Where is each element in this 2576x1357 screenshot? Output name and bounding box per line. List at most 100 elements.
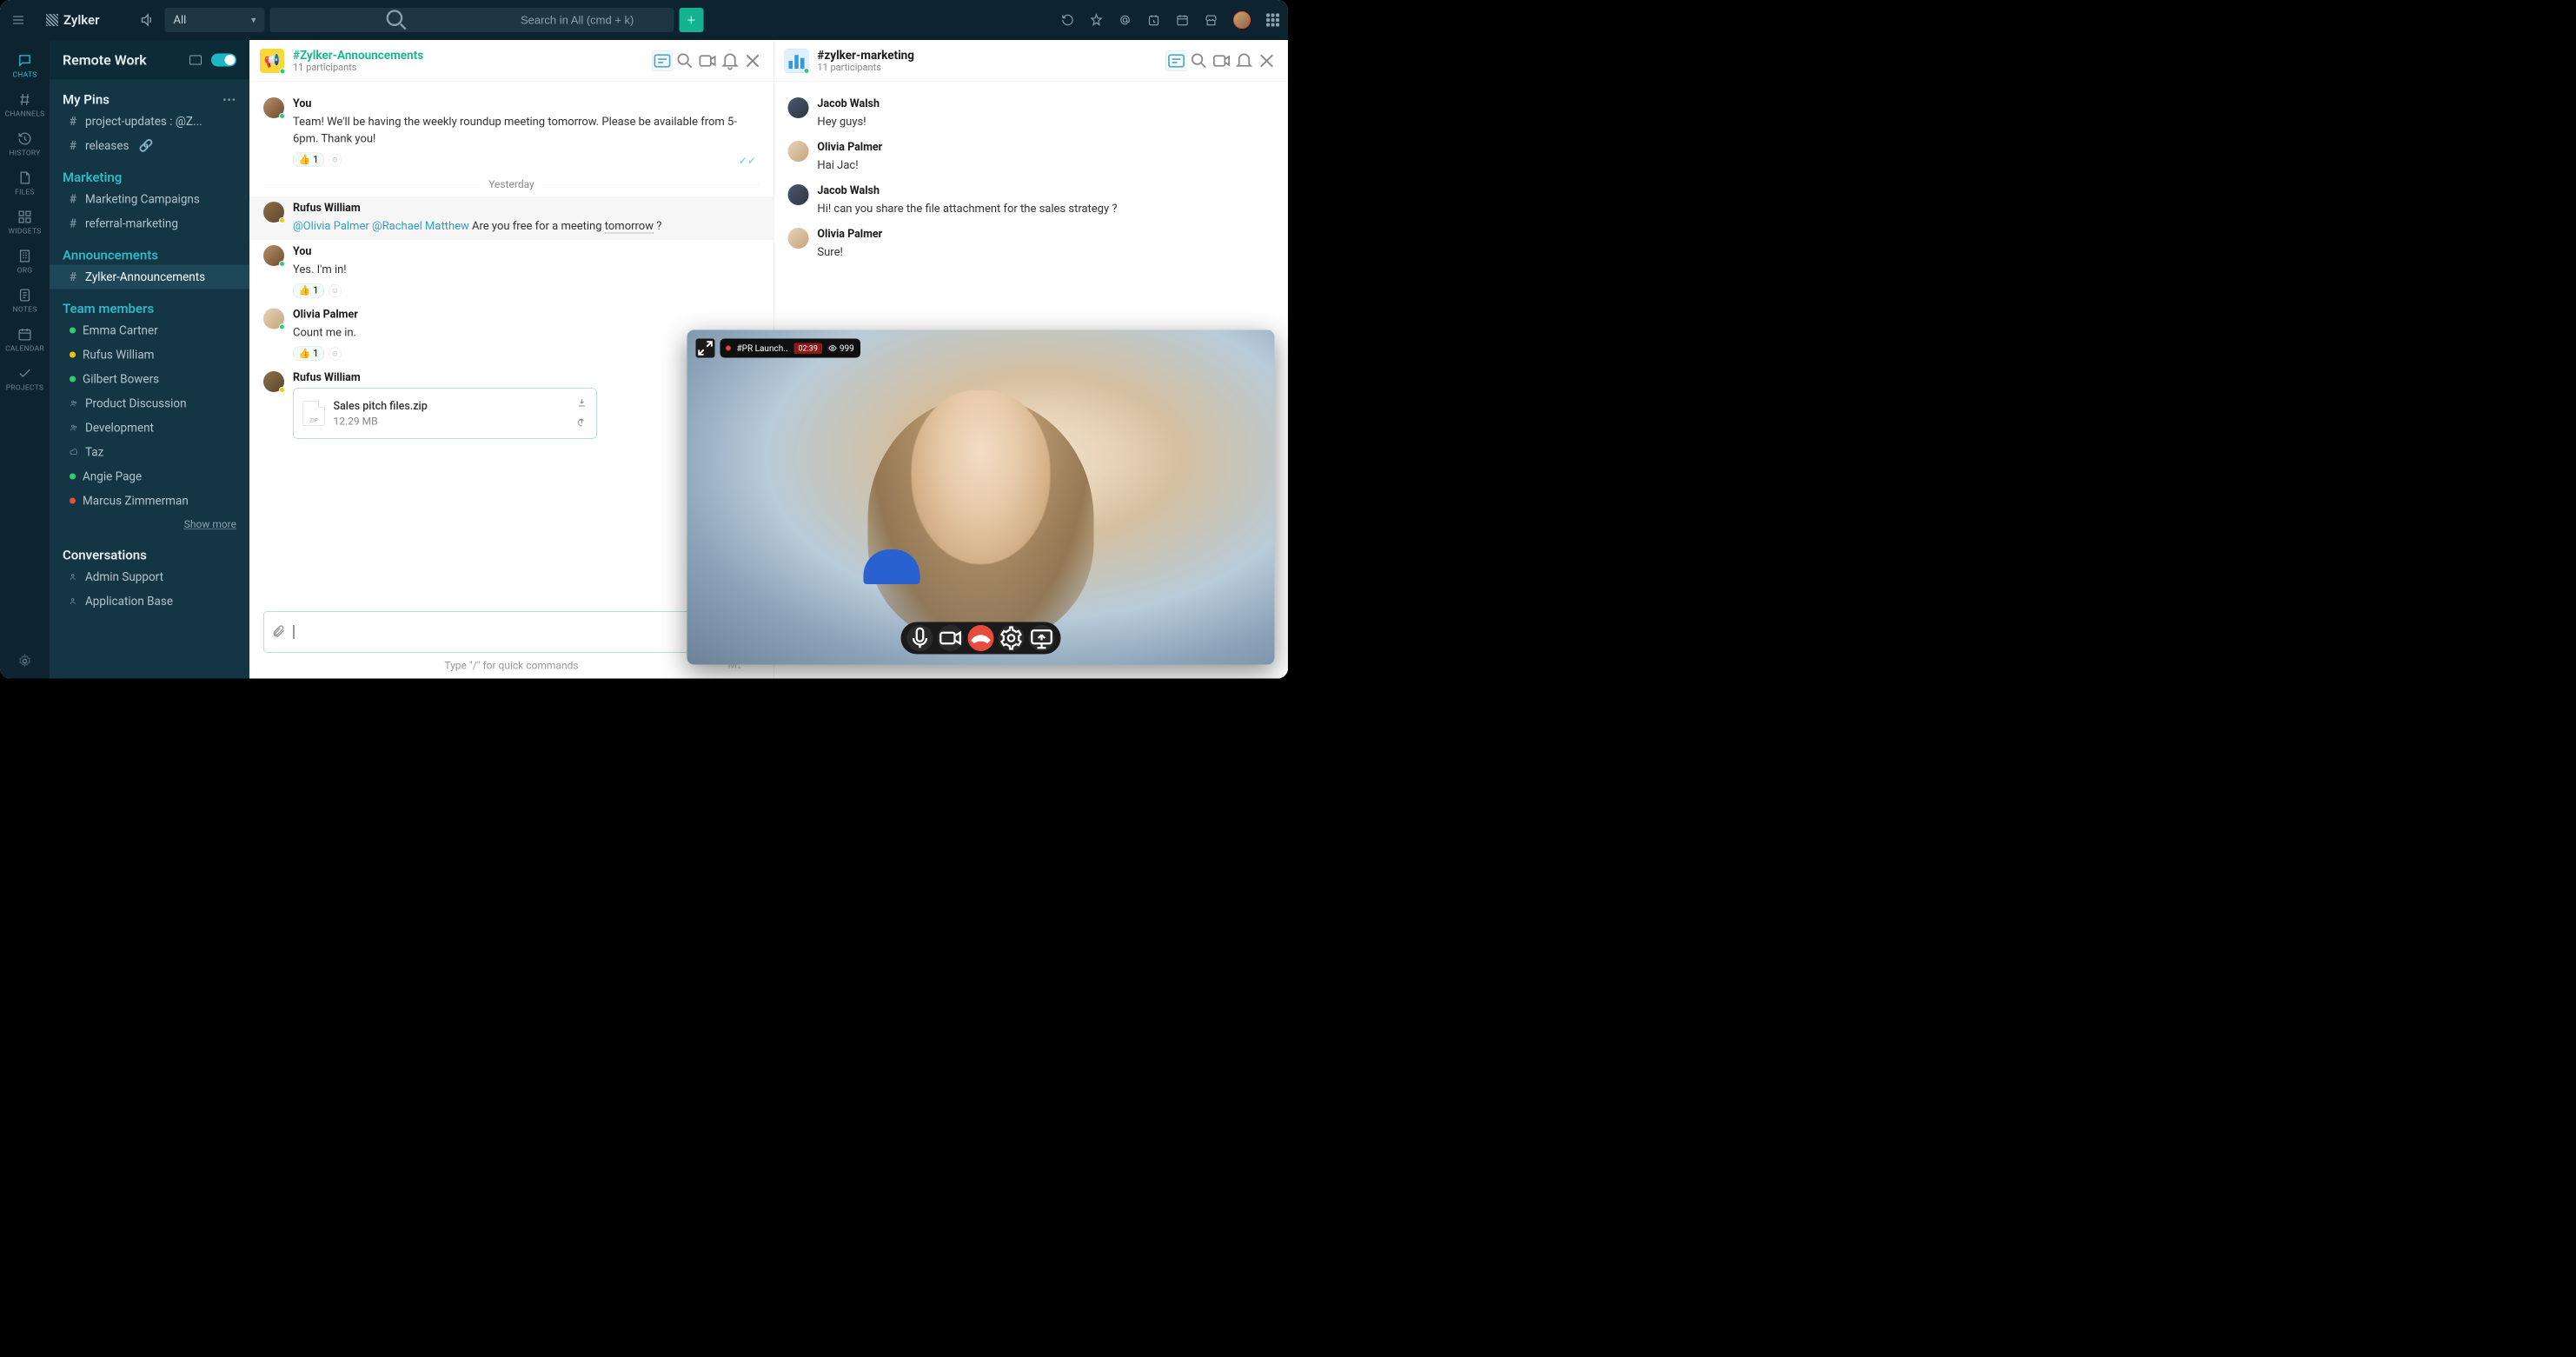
user-avatar[interactable] xyxy=(1233,11,1251,29)
avatar[interactable] xyxy=(263,202,284,223)
search-icon[interactable] xyxy=(1189,50,1210,71)
mute-icon[interactable] xyxy=(139,12,155,28)
avatar[interactable] xyxy=(263,245,284,266)
reaction[interactable]: 👍1 xyxy=(293,283,324,298)
reminder-icon[interactable] xyxy=(1147,14,1160,27)
new-button[interactable]: + xyxy=(679,8,703,32)
team-item[interactable]: Rufus William xyxy=(50,343,249,367)
panel-header: 📢 #Zylker-Announcements 11 participants xyxy=(249,40,773,82)
avatar[interactable] xyxy=(263,97,284,118)
team-item[interactable]: Marcus Zimmerman xyxy=(50,489,249,513)
team-item[interactable]: Angie Page xyxy=(50,464,249,489)
reaction[interactable]: 👍1 xyxy=(293,347,324,362)
video-call-window[interactable]: #PR Launch.. 02:39 999 xyxy=(687,330,1275,665)
rail-channels[interactable]: CHANNELS xyxy=(0,88,50,123)
search-input[interactable] xyxy=(521,13,667,27)
sidebar-item[interactable]: #referral-marketing xyxy=(50,211,249,236)
rail-widgets[interactable]: WIDGETS xyxy=(0,205,50,240)
team-item[interactable]: Gilbert Bowers xyxy=(50,367,249,391)
avatar[interactable] xyxy=(263,371,284,392)
add-reaction-icon[interactable]: ☺ xyxy=(329,153,342,166)
pin-item[interactable]: #releases🔗 xyxy=(50,134,249,158)
rail-history[interactable]: HISTORY xyxy=(0,127,50,162)
rail-org[interactable]: ORG xyxy=(0,244,50,279)
add-reaction-icon[interactable]: ☺ xyxy=(329,347,342,360)
rail-calendar[interactable]: CALENDAR xyxy=(0,323,50,357)
sidebar-item[interactable]: #Marketing Campaigns xyxy=(50,187,249,211)
avatar[interactable] xyxy=(263,309,284,329)
rail-chats[interactable]: CHATS xyxy=(0,49,50,83)
rail-notes[interactable]: NOTES xyxy=(0,283,50,318)
mic-button[interactable] xyxy=(907,625,933,651)
call-settings-button[interactable] xyxy=(999,625,1025,651)
store-icon[interactable] xyxy=(1205,14,1218,27)
close-icon[interactable] xyxy=(742,50,763,71)
show-more[interactable]: Show more xyxy=(50,513,249,535)
video-icon[interactable] xyxy=(697,50,718,71)
rail-files[interactable]: FILES xyxy=(0,166,50,201)
avatar[interactable] xyxy=(787,97,808,118)
avatar[interactable] xyxy=(787,184,808,205)
close-icon[interactable] xyxy=(1257,50,1278,71)
share-icon[interactable] xyxy=(577,417,588,429)
bell-icon[interactable] xyxy=(720,50,740,71)
sidebar-item-active[interactable]: #Zylker-Announcements xyxy=(50,265,249,289)
scope-selector[interactable]: All ▾ xyxy=(164,8,264,32)
end-call-button[interactable] xyxy=(968,625,994,651)
remote-toggle[interactable] xyxy=(211,53,236,66)
search-icon[interactable] xyxy=(674,50,695,71)
avatar[interactable] xyxy=(787,141,808,162)
search-icon xyxy=(277,8,515,32)
smart-date[interactable]: tomorrow xyxy=(605,220,654,234)
nav-icons xyxy=(1061,11,1279,29)
rail-projects[interactable]: PROJECTS xyxy=(0,362,50,396)
add-reaction-icon[interactable]: ☺ xyxy=(329,284,342,297)
expand-icon[interactable] xyxy=(696,339,715,358)
call-top-bar: #PR Launch.. 02:39 999 xyxy=(696,339,860,358)
call-participant-video xyxy=(912,390,1051,564)
call-channel: #PR Launch.. xyxy=(737,343,788,354)
conversation-item[interactable]: Application Base xyxy=(50,589,249,614)
avatar[interactable] xyxy=(787,228,808,249)
more-icon[interactable]: ••• xyxy=(222,94,236,106)
rail-settings[interactable] xyxy=(0,644,50,679)
conversation-item[interactable]: Admin Support xyxy=(50,565,249,589)
screenshare-button[interactable] xyxy=(1029,625,1055,651)
team-item[interactable]: Product Discussion xyxy=(50,391,249,416)
panel-marketing: #zylker-marketing 11 participants xyxy=(773,40,1288,679)
section-team[interactable]: Team members xyxy=(50,289,249,319)
notes-icon xyxy=(17,288,32,303)
star-icon[interactable] xyxy=(1090,14,1103,27)
messages-icon[interactable] xyxy=(652,50,673,71)
reaction[interactable]: 👍1 xyxy=(293,153,324,168)
messages-icon[interactable] xyxy=(1166,50,1187,71)
search-bar[interactable] xyxy=(269,8,674,32)
team-item[interactable]: Taz xyxy=(50,440,249,464)
team-item[interactable]: Development xyxy=(50,416,249,440)
compose-input[interactable] xyxy=(294,625,752,639)
team-item[interactable]: Emma Cartner xyxy=(50,318,249,343)
apps-grid-icon[interactable] xyxy=(1266,14,1279,27)
bell-icon[interactable] xyxy=(1234,50,1255,71)
mention[interactable]: @Rachael Matthew xyxy=(372,220,469,233)
section-announcements[interactable]: Announcements xyxy=(50,236,249,265)
menu-icon[interactable] xyxy=(13,17,23,24)
section-marketing[interactable]: Marketing xyxy=(50,158,249,188)
mention[interactable]: @Olivia Palmer xyxy=(293,220,369,233)
refresh-icon[interactable] xyxy=(1061,14,1074,27)
compose-box[interactable] xyxy=(263,612,760,653)
download-icon[interactable] xyxy=(577,397,588,409)
attach-icon[interactable] xyxy=(272,624,286,640)
pin-item[interactable]: #project-updates : @Z... xyxy=(50,110,249,134)
camera-button[interactable] xyxy=(938,625,964,651)
mentions-icon[interactable] xyxy=(1119,14,1132,27)
workspace-name: Remote Work xyxy=(63,51,183,68)
video-icon[interactable] xyxy=(1212,50,1232,71)
app-root: Zylker All ▾ + xyxy=(0,0,1288,679)
call-controls xyxy=(901,622,1061,655)
calendar-icon[interactable] xyxy=(1176,14,1189,27)
hash-icon xyxy=(17,92,32,107)
main-area: 📢 #Zylker-Announcements 11 participants xyxy=(249,40,1288,679)
monitor-icon[interactable] xyxy=(189,55,202,64)
file-attachment[interactable]: ZIP Sales pitch files.zip 12.29 MB xyxy=(293,389,597,439)
